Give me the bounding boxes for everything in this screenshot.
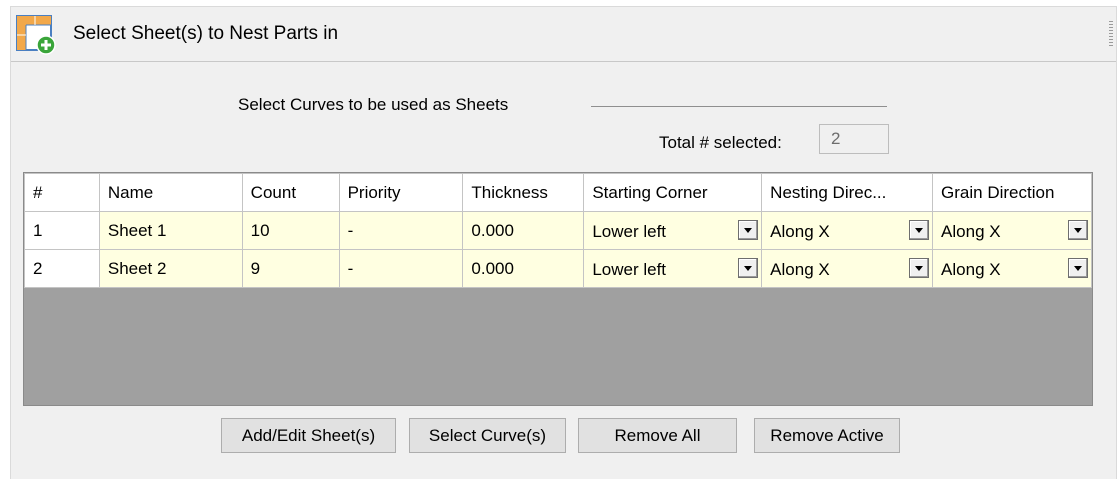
panel-header[interactable]: Select Sheet(s) to Nest Parts in: [11, 7, 1116, 62]
table-header-row: # Name Count Priority Thickness Starting…: [24, 173, 1092, 212]
starting-corner-value: Lower left: [592, 221, 667, 241]
column-header-thickness[interactable]: Thickness: [462, 173, 585, 212]
thickness-cell[interactable]: 0.000: [462, 249, 585, 288]
nesting-direction-dropdown[interactable]: Along X: [761, 249, 934, 288]
chevron-down-icon[interactable]: [909, 258, 930, 278]
grain-direction-value: Along X: [941, 221, 1001, 241]
select-curves-button[interactable]: Select Curve(s): [409, 418, 566, 453]
nesting-direction-dropdown[interactable]: Along X: [761, 211, 934, 250]
select-curves-label: Select Curves to be used as Sheets: [238, 95, 509, 114]
separator-line: [591, 106, 887, 107]
remove-all-button[interactable]: Remove All: [578, 418, 737, 453]
column-header-number[interactable]: #: [24, 173, 100, 212]
column-header-count[interactable]: Count: [241, 173, 340, 212]
column-header-grain-direction[interactable]: Grain Direction: [932, 173, 1092, 212]
sheets-table[interactable]: # Name Count Priority Thickness Starting…: [23, 172, 1093, 406]
chevron-down-icon[interactable]: [909, 220, 930, 240]
nesting-direction-value: Along X: [770, 259, 830, 279]
chevron-down-icon[interactable]: [1068, 220, 1088, 240]
table-row[interactable]: 2 Sheet 2 9 - 0.000 Lower left Along X A…: [24, 249, 1092, 288]
sheet-add-icon: [15, 13, 59, 57]
row-number[interactable]: 1: [24, 211, 100, 250]
add-edit-sheets-button[interactable]: Add/Edit Sheet(s): [221, 418, 396, 453]
total-selected-field: 2: [819, 124, 889, 154]
count-cell[interactable]: 10: [241, 211, 340, 250]
column-header-priority[interactable]: Priority: [338, 173, 464, 212]
grain-direction-dropdown[interactable]: Along X: [932, 211, 1092, 250]
priority-cell[interactable]: -: [338, 211, 464, 250]
column-header-name[interactable]: Name: [98, 173, 243, 212]
starting-corner-dropdown[interactable]: Lower left: [583, 249, 763, 288]
name-cell[interactable]: Sheet 1: [98, 211, 243, 250]
panel-title: Select Sheet(s) to Nest Parts in: [73, 23, 339, 44]
sheet-selection-panel: Select Sheet(s) to Nest Parts in Select …: [10, 6, 1117, 479]
starting-corner-dropdown[interactable]: Lower left: [583, 211, 763, 250]
row-number[interactable]: 2: [24, 249, 100, 288]
column-header-nesting-direction[interactable]: Nesting Direc...: [761, 173, 934, 212]
chevron-down-icon[interactable]: [738, 220, 759, 240]
grain-direction-dropdown[interactable]: Along X: [932, 249, 1092, 288]
remove-active-button[interactable]: Remove Active: [754, 418, 900, 453]
chevron-down-icon[interactable]: [1068, 258, 1088, 278]
count-cell[interactable]: 9: [241, 249, 340, 288]
drag-grip-icon[interactable]: [1109, 21, 1113, 49]
starting-corner-value: Lower left: [592, 259, 667, 279]
table-row[interactable]: 1 Sheet 1 10 - 0.000 Lower left Along X …: [24, 211, 1092, 250]
chevron-down-icon[interactable]: [738, 258, 759, 278]
name-cell[interactable]: Sheet 2: [98, 249, 243, 288]
priority-cell[interactable]: -: [338, 249, 464, 288]
total-selected-label: Total # selected:: [659, 133, 782, 152]
thickness-cell[interactable]: 0.000: [462, 211, 585, 250]
column-header-starting-corner[interactable]: Starting Corner: [583, 173, 763, 212]
grain-direction-value: Along X: [941, 259, 1001, 279]
nesting-direction-value: Along X: [770, 221, 830, 241]
